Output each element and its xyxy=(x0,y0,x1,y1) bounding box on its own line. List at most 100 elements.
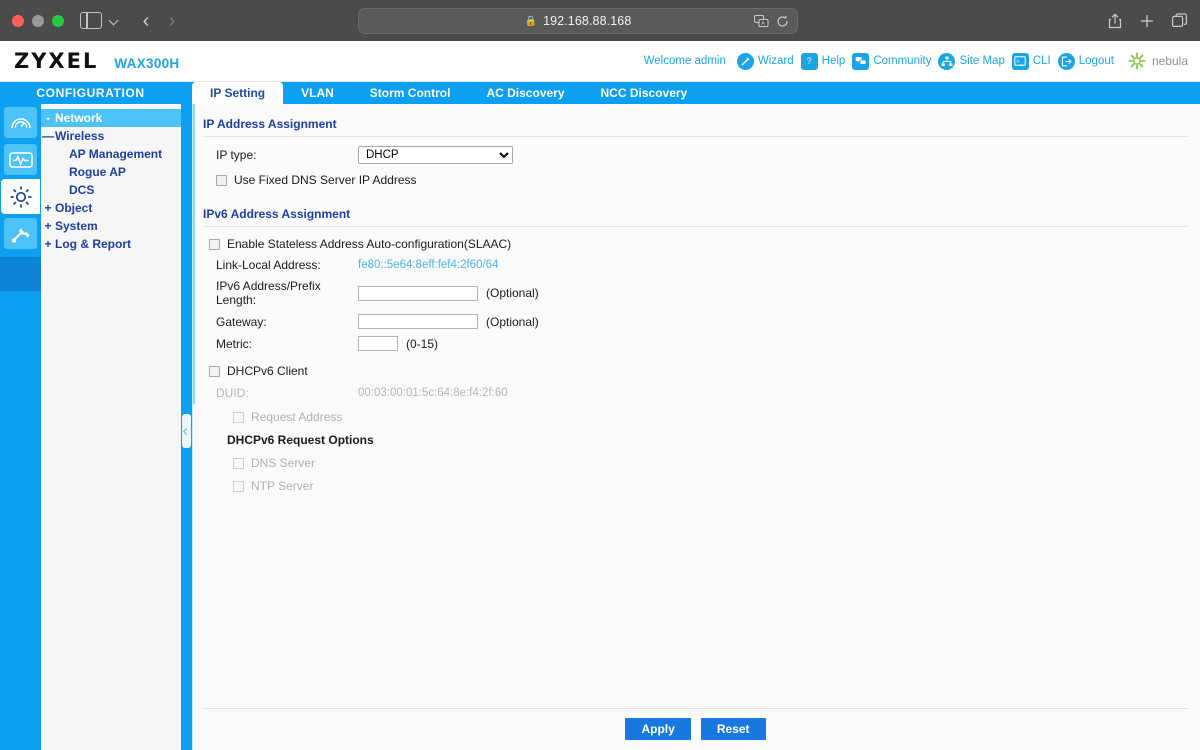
sidebar-item-ap-management[interactable]: AP Management xyxy=(41,145,181,163)
sidebar-item-network[interactable]: - Network xyxy=(41,109,181,127)
chevron-down-icon[interactable] xyxy=(109,16,119,26)
use-fixed-dns-checkbox[interactable] xyxy=(216,174,227,186)
configuration-title: CONFIGURATION xyxy=(36,86,145,100)
metric-label: Metric: xyxy=(216,336,252,351)
reload-icon[interactable] xyxy=(776,15,789,28)
request-address-checkbox[interactable] xyxy=(233,411,244,423)
device-model: WAX300H xyxy=(114,56,180,71)
rail-item-configuration[interactable] xyxy=(0,178,41,215)
apply-button[interactable]: Apply xyxy=(625,718,691,740)
gear-configuration-icon xyxy=(10,185,31,208)
sidebar-item-rogue-ap[interactable]: Rogue AP xyxy=(41,163,181,181)
minimize-window-button[interactable] xyxy=(32,14,44,27)
metric-hint: (0-15) xyxy=(406,336,439,351)
dhcpv6-client-checkbox[interactable] xyxy=(209,365,220,377)
ntp-server-checkbox[interactable] xyxy=(233,480,244,492)
row-link-local: Link-Local Address: fe80::5e64:8eff:fef4… xyxy=(193,258,1200,272)
sidebar-item-object[interactable]: + Object xyxy=(41,199,181,217)
tab-ncc-discovery[interactable]: NCC Discovery xyxy=(583,82,706,104)
sidebar-item-dcs[interactable]: DCS xyxy=(41,181,181,199)
zyxel-logo: ZYXEL xyxy=(14,49,99,73)
row-request-address[interactable]: Request Address xyxy=(193,410,1200,424)
sidebar-toggle-icon[interactable] xyxy=(80,12,105,29)
question-icon: ? xyxy=(800,52,818,70)
ip-type-select[interactable]: DHCP xyxy=(358,146,513,164)
logout-label: Logout xyxy=(1078,55,1114,67)
close-window-button[interactable] xyxy=(12,14,24,27)
logout-link[interactable]: Logout xyxy=(1057,52,1114,70)
dashboard-gauge-icon xyxy=(10,117,31,128)
use-fixed-dns-label: Use Fixed DNS Server IP Address xyxy=(234,173,417,187)
monitor-pulse-icon xyxy=(8,151,33,168)
icon-rail xyxy=(0,104,41,750)
tab-vlan[interactable]: VLAN xyxy=(283,82,352,104)
rail-item-monitor[interactable] xyxy=(0,141,41,178)
form-actions: Apply Reset xyxy=(203,708,1188,740)
forward-arrow-icon[interactable]: › xyxy=(159,11,185,31)
rail-item-maintenance[interactable] xyxy=(0,215,41,252)
rail-fold-decoration xyxy=(0,257,41,291)
welcome-text: Welcome admin xyxy=(643,55,726,67)
tab-ip-setting[interactable]: IP Setting xyxy=(192,82,284,104)
gateway-hint: (Optional) xyxy=(486,314,539,329)
content-panel: IP Address Assignment IP type: DHCP Use … xyxy=(192,104,1200,750)
address-bar[interactable]: 🔒 192.168.88.168 A xyxy=(358,8,798,34)
sidebar-item-system[interactable]: + System xyxy=(41,217,181,235)
sidebar-tree: - Network — Wireless AP Management Rogue… xyxy=(41,104,181,750)
sidebar-item-log-report[interactable]: + Log & Report xyxy=(41,235,181,253)
tab-ac-discovery[interactable]: AC Discovery xyxy=(468,82,582,104)
gateway-input[interactable] xyxy=(358,314,478,329)
cli-link[interactable]: >_ CLI xyxy=(1011,52,1051,70)
help-link[interactable]: ? Help xyxy=(800,52,846,70)
app-header: ZYXEL WAX300H Welcome admin Wizard ? Hel… xyxy=(0,41,1200,82)
sidebar-item-label: Wireless xyxy=(55,129,105,143)
plus-icon[interactable] xyxy=(1140,14,1154,28)
app-body: - Network — Wireless AP Management Rogue… xyxy=(0,104,1200,750)
row-dhcpv6-client[interactable]: DHCPv6 Client xyxy=(193,364,1200,378)
metric-input[interactable] xyxy=(358,336,398,351)
lock-icon: 🔒 xyxy=(524,15,538,27)
community-link[interactable]: Community xyxy=(852,52,931,70)
row-ntp-server[interactable]: NTP Server xyxy=(193,479,1200,493)
duid-value: 00:03:00:01:5c:64:8e:f4:2f:60 xyxy=(358,387,508,399)
sidebar-item-label: Log & Report xyxy=(55,237,131,251)
nebula-label: nebula xyxy=(1151,54,1188,68)
tab-storm-control[interactable]: Storm Control xyxy=(352,82,469,104)
help-label: Help xyxy=(821,55,846,67)
tree-marker: + xyxy=(44,237,52,251)
ipv6-prefix-label: IPv6 Address/Prefix Length: xyxy=(216,279,321,307)
browser-toolbar: ‹ › 🔒 192.168.88.168 A xyxy=(0,0,1200,41)
row-slaac[interactable]: Enable Stateless Address Auto-configurat… xyxy=(193,237,1200,251)
terminal-icon: >_ xyxy=(1011,52,1029,70)
share-icon[interactable] xyxy=(1108,12,1122,29)
duid-label: DUID: xyxy=(216,386,249,400)
translate-icon[interactable]: A xyxy=(754,14,769,28)
maximize-window-button[interactable] xyxy=(52,14,64,27)
ipv6-prefix-input[interactable] xyxy=(358,285,478,301)
row-use-fixed-dns[interactable]: Use Fixed DNS Server IP Address xyxy=(193,173,1200,187)
reset-button[interactable]: Reset xyxy=(700,718,766,740)
link-local-value: fe80::5e64:8eff:fef4:2f60/64 xyxy=(358,259,499,271)
community-icon xyxy=(852,52,870,70)
tab-overview-icon[interactable] xyxy=(1172,13,1188,28)
row-dns-server[interactable]: DNS Server xyxy=(193,456,1200,470)
logout-icon xyxy=(1057,52,1075,70)
back-arrow-icon[interactable]: ‹ xyxy=(133,11,159,31)
sidebar-divider xyxy=(181,104,192,750)
rail-item-dashboard[interactable] xyxy=(0,104,41,141)
sitemap-link[interactable]: Site Map xyxy=(938,52,1005,70)
sidebar-item-label: Rogue AP xyxy=(69,165,126,179)
nebula-link[interactable]: nebula xyxy=(1127,51,1188,71)
tab-bar: IP Setting VLAN Storm Control AC Discove… xyxy=(192,82,705,104)
slaac-checkbox[interactable] xyxy=(209,238,220,250)
wizard-link[interactable]: Wizard xyxy=(736,52,794,70)
content-accent-line xyxy=(193,104,195,404)
gateway-label: Gateway: xyxy=(216,314,267,329)
sidebar-item-label: DCS xyxy=(69,183,95,197)
nav-strip: CONFIGURATION IP Setting VLAN Storm Cont… xyxy=(0,82,1200,104)
sidebar-collapse-handle[interactable] xyxy=(182,414,191,448)
sidebar-item-wireless[interactable]: — Wireless xyxy=(41,127,181,145)
dns-server-checkbox[interactable] xyxy=(233,457,244,469)
tree-marker: + xyxy=(44,201,52,215)
row-ipv6-prefix: IPv6 Address/Prefix Length: (Optional) xyxy=(193,279,1200,307)
